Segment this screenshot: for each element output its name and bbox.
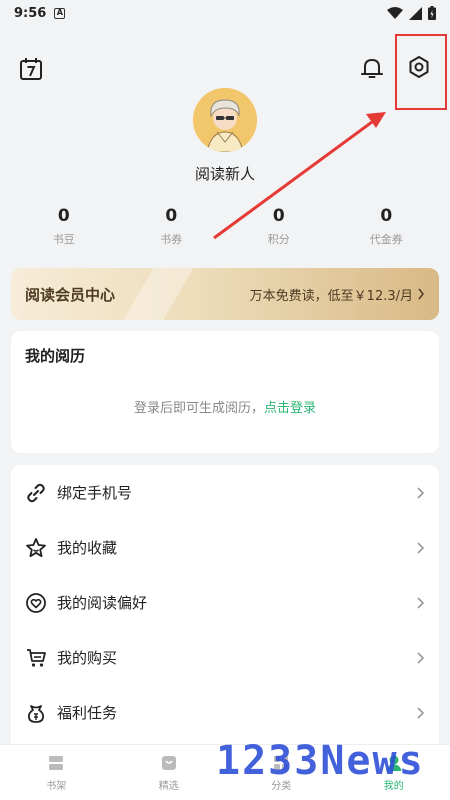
watermark: 1233News xyxy=(216,738,425,784)
chevron-right-icon xyxy=(417,706,425,719)
stat-shudou[interactable]: 0 书豆 xyxy=(10,205,118,247)
signal-icon xyxy=(409,6,422,20)
chevron-right-icon xyxy=(418,288,424,300)
wifi-icon xyxy=(387,6,403,19)
chevron-right-icon xyxy=(417,596,425,609)
reading-history-card: 我的阅历 登录后即可生成阅历，点击登录 xyxy=(11,331,439,453)
annotation-highlight-box xyxy=(395,34,447,110)
menu-item-purchases[interactable]: 我的购买 xyxy=(11,630,439,685)
status-indicators xyxy=(387,6,436,20)
vip-title: 阅读会员中心 xyxy=(25,285,116,304)
menu-label: 我的阅读偏好 xyxy=(57,594,148,612)
heart-icon xyxy=(26,592,46,613)
stat-points[interactable]: 0 积分 xyxy=(225,205,333,247)
history-hint: 登录后即可生成阅历，点击登录 xyxy=(11,397,439,416)
menu-item-welfare-tasks[interactable]: 福利任务 xyxy=(11,685,439,740)
stat-value: 0 xyxy=(272,206,285,226)
tab-label: 精选 xyxy=(158,781,179,792)
vip-banner[interactable]: 阅读会员中心 万本免费读，低至￥12.3/月 xyxy=(11,268,439,320)
chevron-right-icon xyxy=(417,486,425,499)
stat-value: 0 xyxy=(380,206,393,226)
menu-item-reading-preference[interactable]: 我的阅读偏好 xyxy=(11,575,439,630)
menu-label: 我的收藏 xyxy=(57,539,118,557)
status-time: 9:56 xyxy=(14,5,47,21)
battery-icon xyxy=(428,6,436,20)
gift-icon xyxy=(27,704,45,723)
status-bar: 9:56 A xyxy=(0,0,450,26)
stat-label: 积分 xyxy=(267,233,290,246)
menu-label: 福利任务 xyxy=(57,704,118,722)
menu-label: 我的购买 xyxy=(57,649,118,667)
chevron-right-icon xyxy=(417,541,425,554)
username[interactable]: 阅读新人 xyxy=(0,163,450,184)
cart-icon xyxy=(27,648,46,667)
menu-item-bind-phone[interactable]: 绑定手机号 xyxy=(11,465,439,520)
login-link[interactable]: 点击登录 xyxy=(264,401,316,416)
stat-label: 代金券 xyxy=(369,233,403,246)
stat-shuquan[interactable]: 0 书券 xyxy=(118,205,226,247)
link-icon xyxy=(27,483,45,502)
avatar-illustration-icon xyxy=(193,88,257,152)
notification-icon: A xyxy=(54,7,66,19)
calendar-icon[interactable] xyxy=(18,56,44,82)
stat-value: 0 xyxy=(165,206,178,226)
bell-icon[interactable] xyxy=(359,55,385,81)
stat-value: 0 xyxy=(57,206,70,226)
vip-promo: 万本免费读，低至￥12.3/月 xyxy=(249,288,413,304)
tab-bookshelf[interactable]: 书架 xyxy=(0,745,113,800)
chevron-right-icon xyxy=(417,651,425,664)
menu-item-favorites[interactable]: 我的收藏 xyxy=(11,520,439,575)
menu-label: 绑定手机号 xyxy=(57,484,133,502)
tab-featured[interactable]: 精选 xyxy=(113,745,226,800)
vip-decoration xyxy=(112,268,200,320)
stat-label: 书豆 xyxy=(52,233,75,246)
vip-promo-group: 万本免费读，低至￥12.3/月 xyxy=(250,285,425,304)
history-title: 我的阅历 xyxy=(25,347,86,365)
stat-vouchers[interactable]: 0 代金券 xyxy=(333,205,441,247)
bookshelf-icon xyxy=(49,756,64,770)
menu-list: 绑定手机号 我的收藏 我的阅读偏好 我的购买 福利任务 xyxy=(11,465,439,755)
star-icon xyxy=(26,537,46,557)
tab-label: 书架 xyxy=(46,781,67,792)
stat-label: 书券 xyxy=(160,233,183,246)
avatar[interactable] xyxy=(193,88,257,152)
featured-icon xyxy=(161,756,176,770)
history-hint-text: 登录后即可生成阅历， xyxy=(133,401,264,416)
stats-row: 0 书豆 0 书券 0 积分 0 代金券 xyxy=(10,205,440,247)
